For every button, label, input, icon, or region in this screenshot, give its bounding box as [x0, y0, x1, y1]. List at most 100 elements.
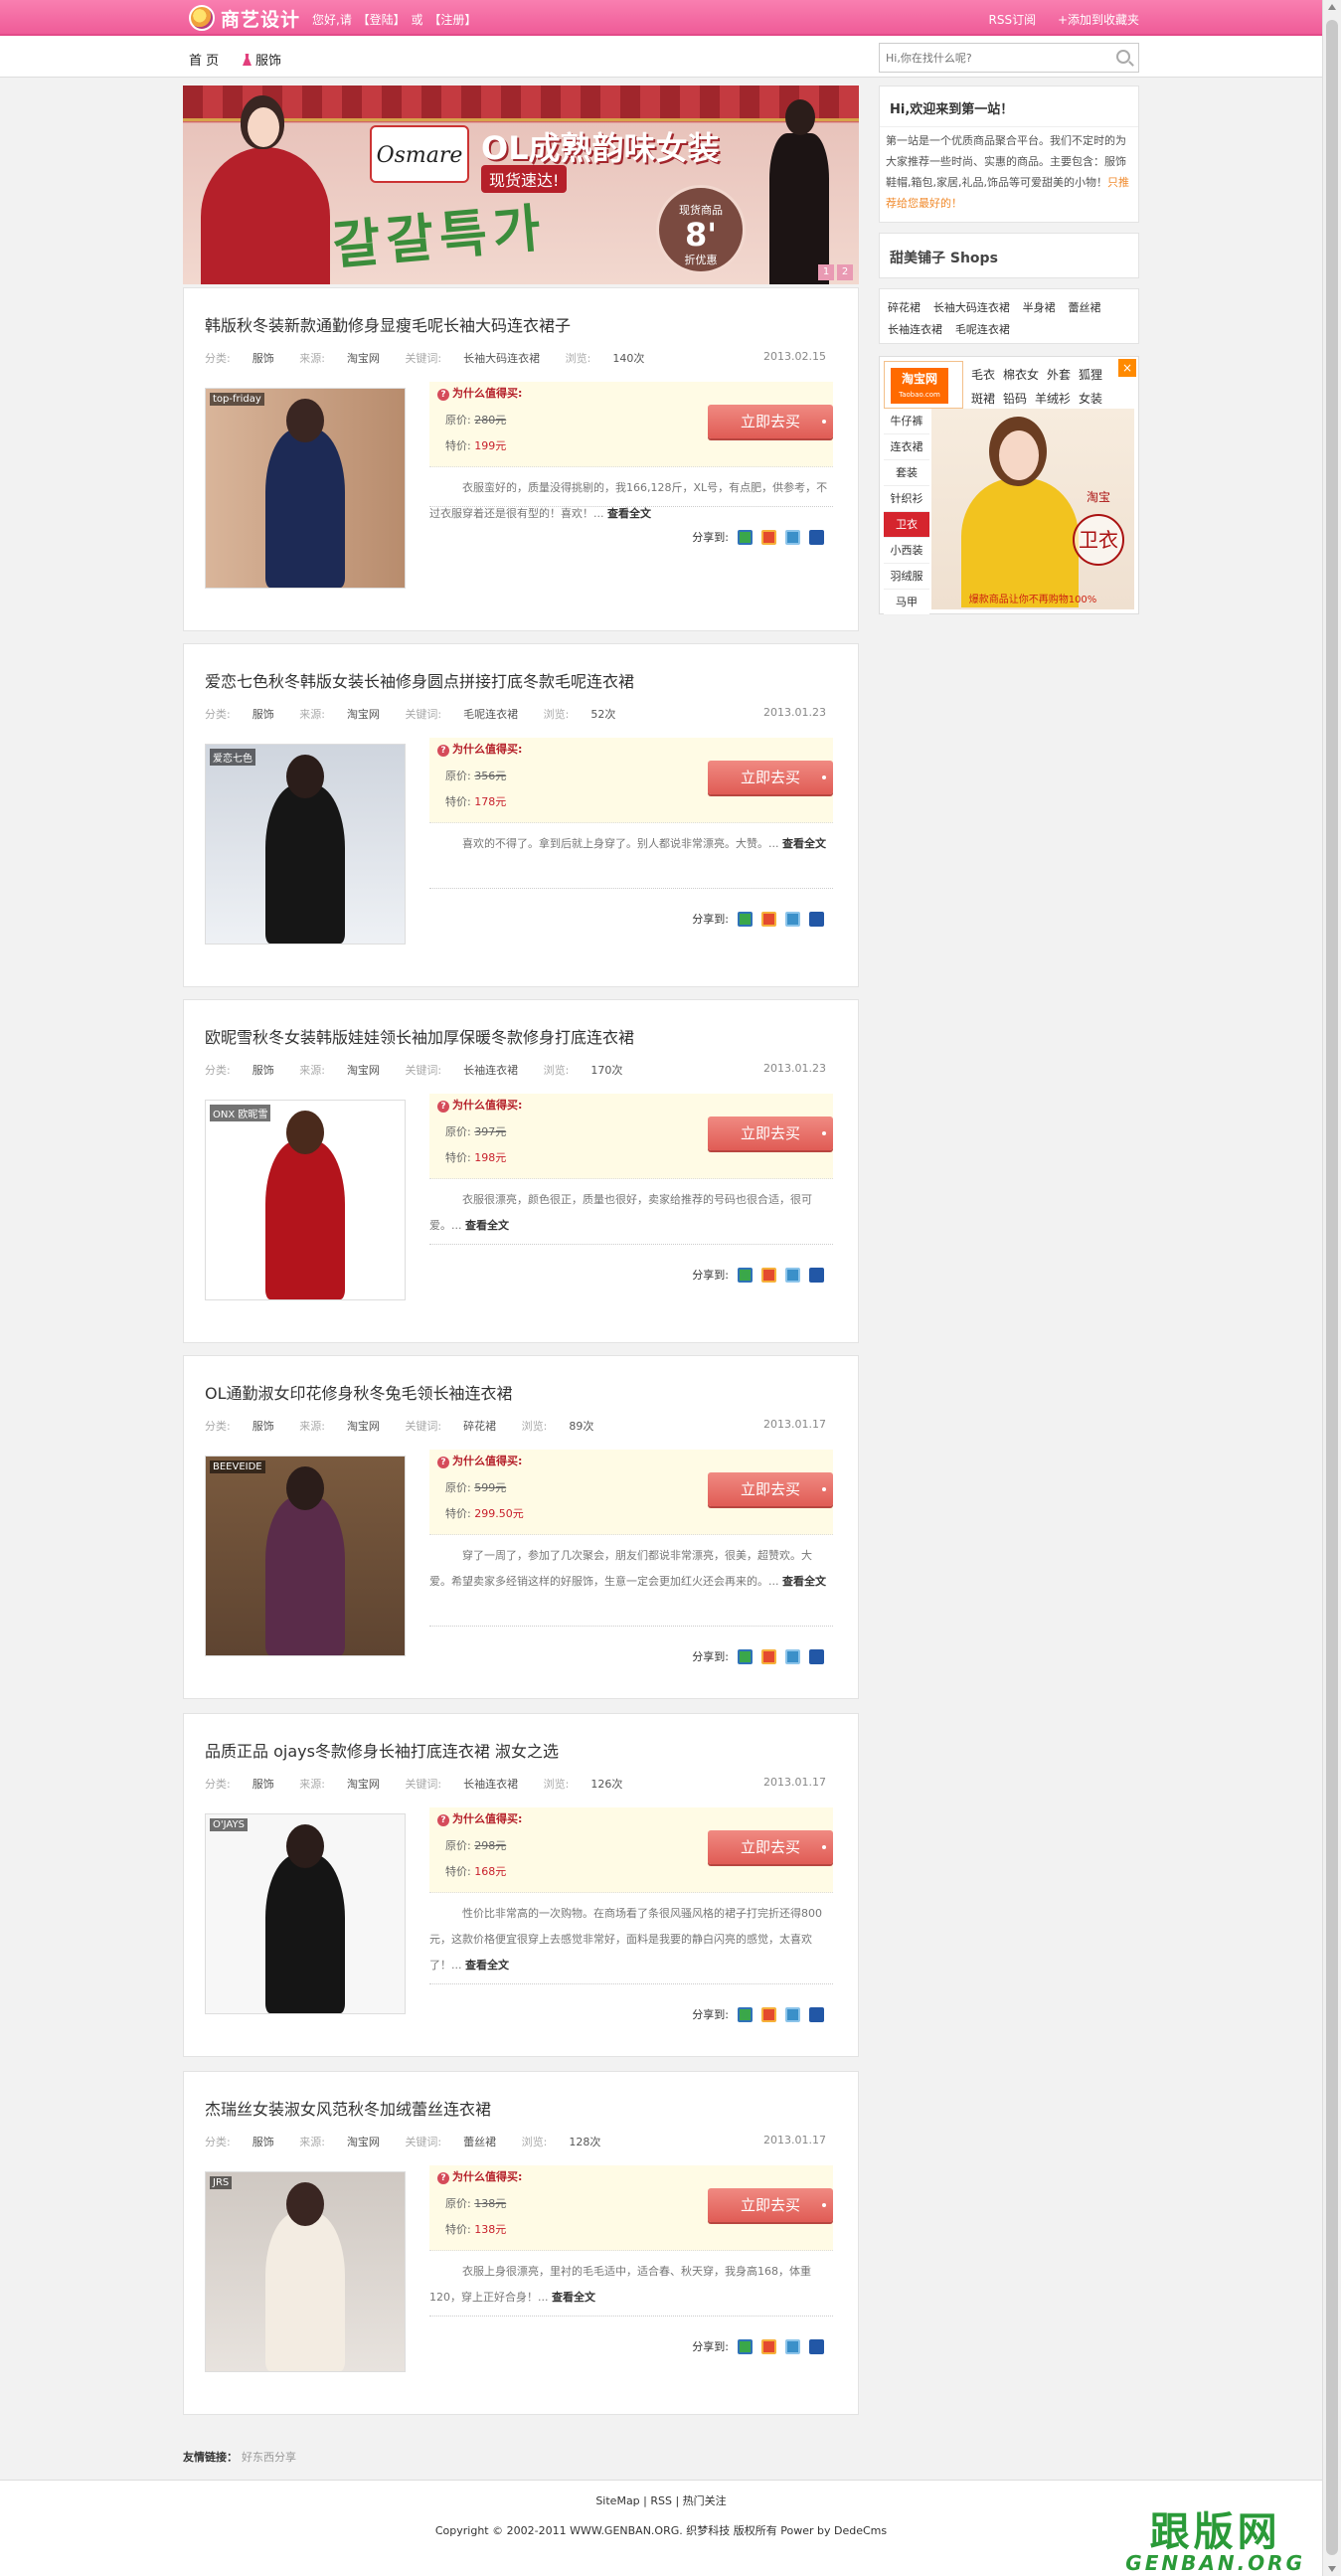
meta-category-value[interactable]: 服饰 — [252, 1064, 274, 1077]
read-more-link[interactable]: 查看全文 — [465, 1219, 509, 1232]
ad-menu-item[interactable]: 套装 — [884, 460, 929, 486]
read-more-link[interactable]: 查看全文 — [552, 2291, 595, 2304]
read-more-link[interactable]: 查看全文 — [465, 1959, 509, 1972]
share-renren-icon[interactable] — [809, 529, 824, 545]
read-more-link[interactable]: 查看全文 — [782, 1575, 826, 1588]
post-title[interactable]: OL通勤淑女印花修身秋冬兔毛领长袖连衣裙 — [205, 1380, 513, 1404]
ad-category[interactable]: 铅码 — [1003, 392, 1027, 406]
ad-image[interactable]: 淘宝 卫衣 爆款商品让你不再购物100% — [931, 409, 1134, 609]
tag-link[interactable]: 碎花裙 — [888, 301, 921, 314]
page-scrollbar[interactable] — [1322, 0, 1341, 2576]
product-thumbnail[interactable]: 爱恋七色 — [205, 744, 406, 945]
share-renren-icon[interactable] — [809, 2338, 824, 2354]
share-tqq-icon[interactable] — [785, 911, 800, 927]
share-tqq-icon[interactable] — [785, 2338, 800, 2354]
share-qzone-icon[interactable] — [738, 2338, 753, 2354]
tag-link[interactable]: 毛呢连衣裙 — [955, 323, 1010, 336]
buy-now-button[interactable]: 立即去买 — [708, 1472, 833, 1506]
scroll-up-icon[interactable] — [1328, 4, 1336, 10]
promo-banner[interactable]: Osmare OL成熟韵味女装 现货速达! 갈갈특가 现货商品 8' 折优惠 1… — [183, 86, 859, 284]
share-weibo-icon[interactable] — [761, 1648, 776, 1664]
share-qzone-icon[interactable] — [738, 911, 753, 927]
ad-category[interactable]: 狐狸 — [1079, 368, 1102, 382]
share-tqq-icon[interactable] — [785, 2006, 800, 2022]
meta-category-value[interactable]: 服饰 — [252, 1778, 274, 1791]
meta-keyword-value[interactable]: 长袖连衣裙 — [463, 1064, 518, 1077]
ad-menu-item[interactable]: 连衣裙 — [884, 434, 929, 460]
ad-category[interactable]: 女装 — [1079, 392, 1102, 406]
scroll-down-icon[interactable] — [1328, 2566, 1336, 2572]
post-title[interactable]: 欧昵雪秋冬女装韩版娃娃领长袖加厚保暖冬款修身打底连衣裙 — [205, 1024, 634, 1048]
share-tqq-icon[interactable] — [785, 529, 800, 545]
banner-dot-2[interactable]: 2 — [837, 264, 853, 280]
buy-now-button[interactable]: 立即去买 — [708, 761, 833, 794]
meta-keyword-value[interactable]: 毛呢连衣裙 — [463, 708, 518, 721]
share-renren-icon[interactable] — [809, 1267, 824, 1283]
ad-close-icon[interactable]: × — [1118, 359, 1136, 377]
product-thumbnail[interactable]: BEEVEIDE — [205, 1456, 406, 1656]
friend-link[interactable]: 好东西分享 — [242, 2451, 296, 2464]
share-weibo-icon[interactable] — [761, 529, 776, 545]
post-title[interactable]: 杰瑞丝女装淑女风范秋冬加绒蕾丝连衣裙 — [205, 2096, 491, 2120]
footer-links[interactable]: SiteMap | RSS | 热门关注 — [0, 2492, 1322, 2508]
ad-menu-item[interactable]: 牛仔裤 — [884, 409, 929, 434]
meta-category-value[interactable]: 服饰 — [252, 1420, 274, 1433]
share-qzone-icon[interactable] — [738, 2006, 753, 2022]
ad-category[interactable]: 棉衣女 — [1003, 368, 1039, 382]
read-more-link[interactable]: 查看全文 — [607, 507, 651, 520]
share-qzone-icon[interactable] — [738, 1267, 753, 1283]
nav-clothing[interactable]: 服饰 — [243, 50, 281, 69]
register-link[interactable]: 【注册】 — [428, 13, 476, 27]
meta-keyword-value[interactable]: 长袖大码连衣裙 — [463, 352, 540, 365]
ad-menu-item[interactable]: 小西装 — [884, 538, 929, 564]
read-more-link[interactable]: 查看全文 — [782, 837, 826, 850]
ad-menu-item[interactable]: 羽绒服 — [884, 564, 929, 590]
tag-link[interactable]: 长袖连衣裙 — [888, 323, 942, 336]
ad-category[interactable]: 斑裙 — [971, 392, 995, 406]
share-qzone-icon[interactable] — [738, 529, 753, 545]
share-tqq-icon[interactable] — [785, 1648, 800, 1664]
meta-category-value[interactable]: 服饰 — [252, 2136, 274, 2148]
tag-link[interactable]: 半身裙 — [1023, 301, 1056, 314]
post-title[interactable]: 品质正品 ojays冬款修身长袖打底连衣裙 淑女之选 — [205, 1738, 559, 1762]
product-thumbnail[interactable]: top-friday — [205, 388, 406, 589]
product-thumbnail[interactable]: JRS — [205, 2171, 406, 2372]
ad-menu-item[interactable]: 针织衫 — [884, 486, 929, 512]
share-weibo-icon[interactable] — [761, 911, 776, 927]
search-icon[interactable] — [1116, 50, 1130, 64]
search-input[interactable] — [880, 44, 1098, 72]
add-favorite-link[interactable]: +添加到收藏夹 — [1058, 13, 1139, 27]
taobao-ad[interactable]: 淘宝网 Taobao.com 毛衣 棉衣女 外套 狐狸 斑裙 铅码 羊绒衫 女装 × 牛仔裤 … — [879, 356, 1139, 615]
tag-link[interactable]: 蕾丝裙 — [1068, 301, 1100, 314]
buy-now-button[interactable]: 立即去买 — [708, 1116, 833, 1150]
meta-category-value[interactable]: 服饰 — [252, 352, 274, 365]
rss-link[interactable]: RSS订阅 — [989, 13, 1037, 27]
post-title[interactable]: 韩版秋冬装新款通勤修身显瘦毛呢长袖大码连衣裙子 — [205, 312, 571, 336]
nav-home[interactable]: 首 页 — [189, 50, 219, 69]
scroll-thumb[interactable] — [1326, 20, 1338, 2555]
share-renren-icon[interactable] — [809, 911, 824, 927]
login-link[interactable]: 【登陆】 — [358, 13, 406, 27]
share-weibo-icon[interactable] — [761, 2338, 776, 2354]
product-thumbnail[interactable]: O'JAYS — [205, 1813, 406, 2014]
buy-now-button[interactable]: 立即去买 — [708, 405, 833, 438]
ad-category[interactable]: 毛衣 — [971, 368, 995, 382]
buy-now-button[interactable]: 立即去买 — [708, 1830, 833, 1864]
meta-keyword-value[interactable]: 长袖连衣裙 — [463, 1778, 518, 1791]
share-qzone-icon[interactable] — [738, 1648, 753, 1664]
ad-menu-item[interactable]: 马甲 — [884, 590, 929, 615]
meta-category-value[interactable]: 服饰 — [252, 708, 274, 721]
share-weibo-icon[interactable] — [761, 2006, 776, 2022]
share-weibo-icon[interactable] — [761, 1267, 776, 1283]
ad-category[interactable]: 外套 — [1047, 368, 1071, 382]
ad-menu-item-active[interactable]: 卫衣 — [884, 512, 929, 538]
buy-now-button[interactable]: 立即去买 — [708, 2188, 833, 2222]
meta-keyword-value[interactable]: 碎花裙 — [463, 1420, 496, 1433]
post-title[interactable]: 爱恋七色秋冬韩版女装长袖修身圆点拼接打底冬款毛呢连衣裙 — [205, 668, 634, 692]
share-renren-icon[interactable] — [809, 1648, 824, 1664]
ad-category[interactable]: 羊绒衫 — [1035, 392, 1071, 406]
share-renren-icon[interactable] — [809, 2006, 824, 2022]
meta-keyword-value[interactable]: 蕾丝裙 — [463, 2136, 496, 2148]
share-tqq-icon[interactable] — [785, 1267, 800, 1283]
banner-dot-1[interactable]: 1 — [818, 264, 834, 280]
